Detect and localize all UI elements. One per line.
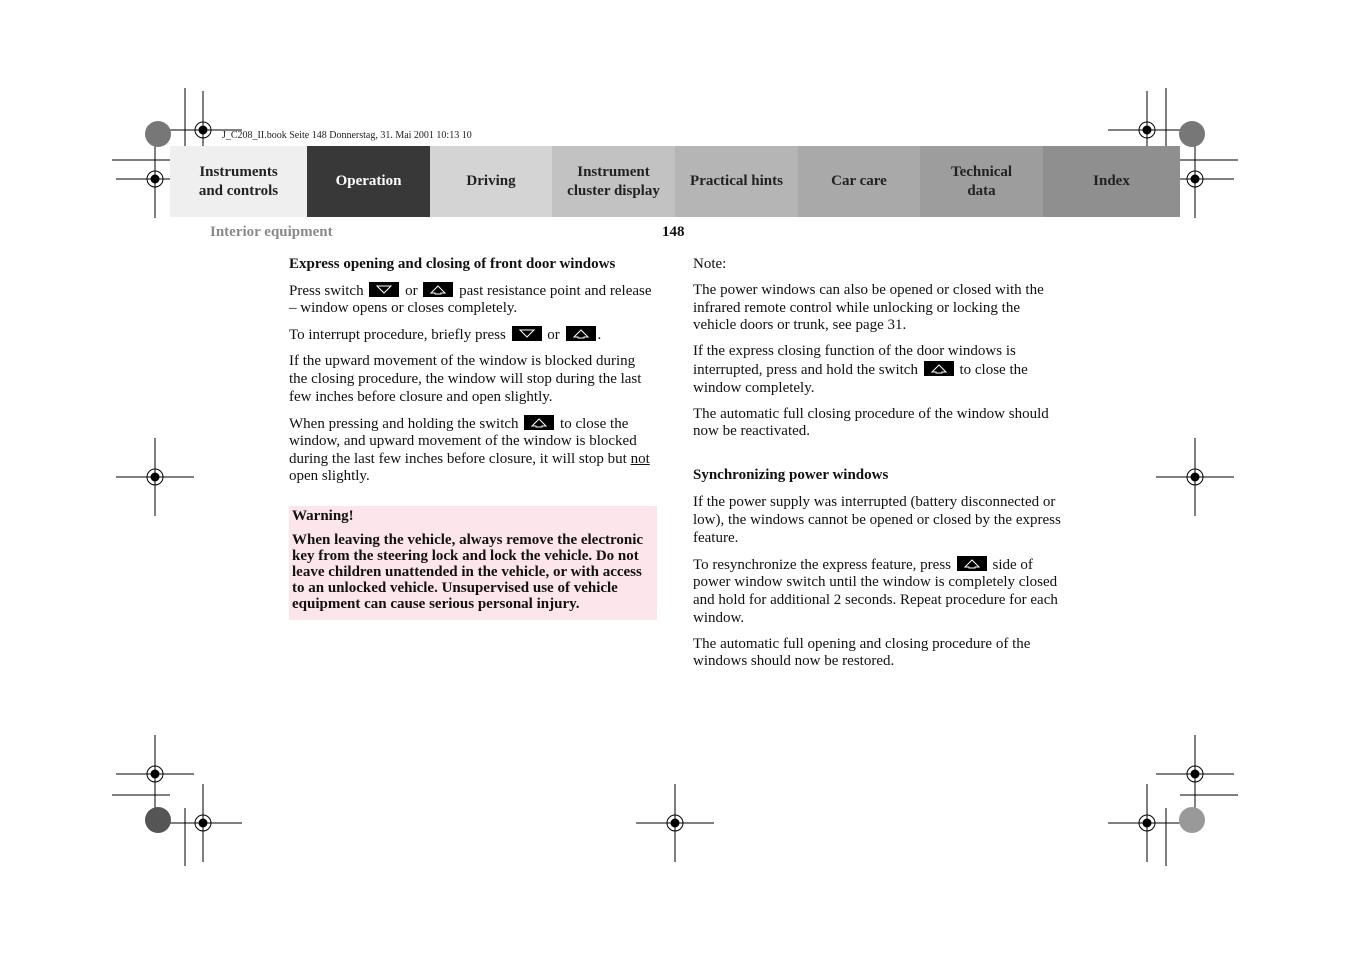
paragraph: When pressing and holding the switch to …: [289, 414, 650, 485]
window-down-switch-icon: [511, 326, 542, 342]
chapter-tabs: Instruments and controls Operation Drivi…: [170, 146, 1180, 217]
crosshair-mark: [164, 784, 242, 862]
window-up-switch-icon: [524, 414, 555, 430]
crosshair-mark: [636, 784, 714, 862]
crosshair-mark: [116, 438, 194, 516]
tab-technical-data[interactable]: Technical data: [920, 146, 1043, 217]
left-column: Express opening and closing of front doo…: [289, 256, 657, 621]
paragraph: Press switch or past resistance point an…: [289, 281, 652, 317]
crosshair-mark: [116, 735, 194, 813]
warning-text: When leaving the vehicle, always remove …: [292, 532, 644, 613]
paragraph: To resynchronize the express feature, pr…: [693, 555, 1058, 626]
paragraph: If the upward movement of the window is …: [289, 353, 642, 405]
tab-practical-hints[interactable]: Practical hints: [675, 146, 798, 217]
paragraph: The automatic full opening and closing p…: [693, 635, 1031, 670]
window-up-switch-icon: [565, 326, 596, 342]
window-up-switch-icon: [956, 555, 987, 571]
crosshair-mark: [1108, 784, 1186, 862]
registration-circle: [1179, 807, 1205, 833]
section-heading: Express opening and closing of front doo…: [289, 256, 616, 272]
tab-instruments-and-controls[interactable]: Instruments and controls: [170, 146, 307, 217]
paragraph: If the express closing function of the d…: [693, 343, 1028, 396]
window-down-switch-icon: [369, 281, 400, 297]
paragraph: The power windows can also be opened or …: [693, 282, 1044, 334]
registration-circle: [145, 121, 171, 147]
page-number: 148: [662, 224, 685, 240]
crosshair-mark: [1156, 735, 1234, 813]
tab-car-care[interactable]: Car care: [798, 146, 920, 217]
warning-box: Warning! When leaving the vehicle, alway…: [289, 506, 657, 621]
right-column: Note: The power windows can also be open…: [693, 256, 1063, 679]
tab-instrument-cluster-display[interactable]: Instrument cluster display: [552, 146, 675, 217]
registration-circle: [145, 807, 171, 833]
tab-index[interactable]: Index: [1043, 146, 1180, 217]
paragraph: If the power supply was interrupted (bat…: [693, 494, 1061, 546]
note-label: Note:: [693, 256, 727, 272]
paragraph: To interrupt procedure, briefly press or…: [289, 326, 602, 344]
paragraph: The automatic full closing procedure of …: [693, 405, 1049, 440]
tab-operation[interactable]: Operation: [307, 146, 430, 217]
window-up-switch-icon: [423, 281, 454, 297]
window-up-switch-icon: [923, 360, 954, 376]
warning-title: Warning!: [292, 508, 354, 525]
manual-page: J_C208_II.book Seite 148 Donnerstag, 31.…: [0, 0, 1351, 954]
section-title: Interior equipment: [210, 224, 333, 240]
tab-driving[interactable]: Driving: [430, 146, 552, 217]
section-heading: Synchronizing power windows: [693, 466, 889, 483]
registration-circle: [1179, 121, 1205, 147]
book-info-line: J_C208_II.book Seite 148 Donnerstag, 31.…: [222, 130, 472, 141]
crop-marks: [112, 88, 1238, 866]
crosshair-mark: [1156, 438, 1234, 516]
